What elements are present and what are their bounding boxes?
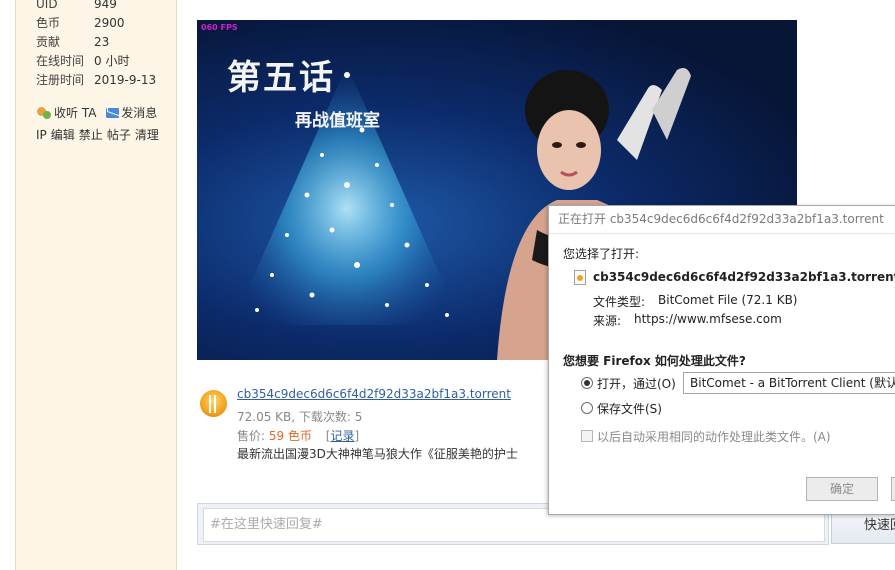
mail-icon	[106, 108, 120, 118]
listen-icon	[36, 106, 52, 120]
chosen-label: 您选择了打开:	[563, 247, 640, 261]
info-key: 注册时间	[36, 73, 85, 87]
info-value: 2900	[94, 16, 125, 30]
episode-title: 第五话	[227, 58, 335, 98]
christmas-tree-graphic	[232, 65, 462, 325]
source-label: 来源:	[593, 314, 622, 328]
price-label: 售价:	[237, 429, 269, 443]
download-dialog: 正在打开 cb354c9dec6d6c6f4d2f92d33a2bf1a3.to…	[548, 205, 895, 515]
record-bracket-close: ]	[354, 429, 360, 443]
listen-label: 收听 TA	[54, 105, 97, 120]
listen-button[interactable]: 收听 TA	[36, 104, 96, 122]
user-info-sidebar: UID 949 色币 2900 贡献 23 在线时间 0 小时 注册时间 2019-9-1…	[15, 0, 177, 570]
file-type-value: BitComet File (72.1 KB)	[658, 293, 798, 307]
open-with-radio[interactable]	[581, 377, 593, 389]
attachment-description: 最新流出国漫3D大神神笔马狼大作《征服美艳的护士	[237, 447, 518, 461]
episode-subtitle: 再战值班室	[295, 111, 380, 131]
fps-counter: 060 FPS	[201, 23, 238, 32]
info-row-uid: UID 949	[36, 0, 117, 13]
admin-link-ban[interactable]: 禁止	[79, 128, 103, 142]
attachment-meta: 72.05 KB, 下载次数: 5	[237, 410, 363, 424]
record-link[interactable]: 记录	[330, 429, 354, 443]
info-value: 949	[94, 0, 117, 11]
user-actions: 收听 TA 发消息	[36, 103, 157, 121]
info-value: 23	[94, 35, 110, 49]
file-type-label: 文件类型:	[593, 295, 646, 309]
send-message-label: 发消息	[121, 105, 158, 120]
info-key: UID	[36, 0, 58, 11]
admin-link-posts[interactable]: 帖子	[107, 128, 131, 142]
cancel-button[interactable]	[891, 477, 895, 501]
file-icon	[574, 270, 586, 285]
info-key: 在线时间	[36, 54, 85, 68]
admin-links: IP 编辑 禁止 帖子 清理	[36, 126, 163, 144]
info-value: 2019-9-13	[94, 73, 157, 87]
dialog-filename: cb354c9dec6d6c6f4d2f92d33a2bf1a3.torrent	[593, 270, 895, 284]
info-key: 色币	[36, 16, 61, 30]
ok-button[interactable]: 确定	[806, 477, 878, 501]
price-value: 59 色币	[268, 429, 312, 443]
auto-action-label: 以后自动采用相同的动作处理此类文件。(A)	[597, 430, 831, 444]
handle-question: 您想要 Firefox 如何处理此文件?	[563, 354, 746, 368]
admin-link-edit[interactable]: 编辑	[51, 128, 75, 142]
info-value: 0 小时	[94, 54, 130, 68]
info-row-register-time: 注册时间 2019-9-13	[36, 71, 156, 89]
source-value: https://www.mfsese.com	[634, 312, 782, 326]
info-row-online-time: 在线时间 0 小时	[36, 52, 129, 70]
dialog-title: 正在打开 cb354c9dec6d6c6f4d2f92d33a2bf1a3.to…	[549, 206, 895, 234]
info-key: 贡献	[36, 35, 61, 49]
torrent-file-icon	[200, 390, 227, 417]
send-message-button[interactable]: 发消息	[106, 104, 157, 122]
admin-link-ip[interactable]: IP	[36, 128, 47, 142]
save-file-label[interactable]: 保存文件(S)	[597, 400, 662, 417]
info-row-contribution: 贡献 23	[36, 33, 109, 51]
attachment-link[interactable]: cb354c9dec6d6c6f4d2f92d33a2bf1a3.torrent	[237, 387, 511, 401]
open-with-label[interactable]: 打开，通过(O)	[597, 375, 676, 392]
open-with-select[interactable]: BitComet - a BitTorrent Client (默认)	[683, 372, 895, 394]
attachment-price: 售价: 59 色币 [记录]	[237, 427, 359, 444]
info-row-coins: 色币 2900	[36, 14, 125, 32]
admin-link-clean[interactable]: 清理	[135, 128, 159, 142]
save-file-radio[interactable]	[581, 402, 593, 414]
auto-action-checkbox[interactable]	[581, 430, 593, 442]
